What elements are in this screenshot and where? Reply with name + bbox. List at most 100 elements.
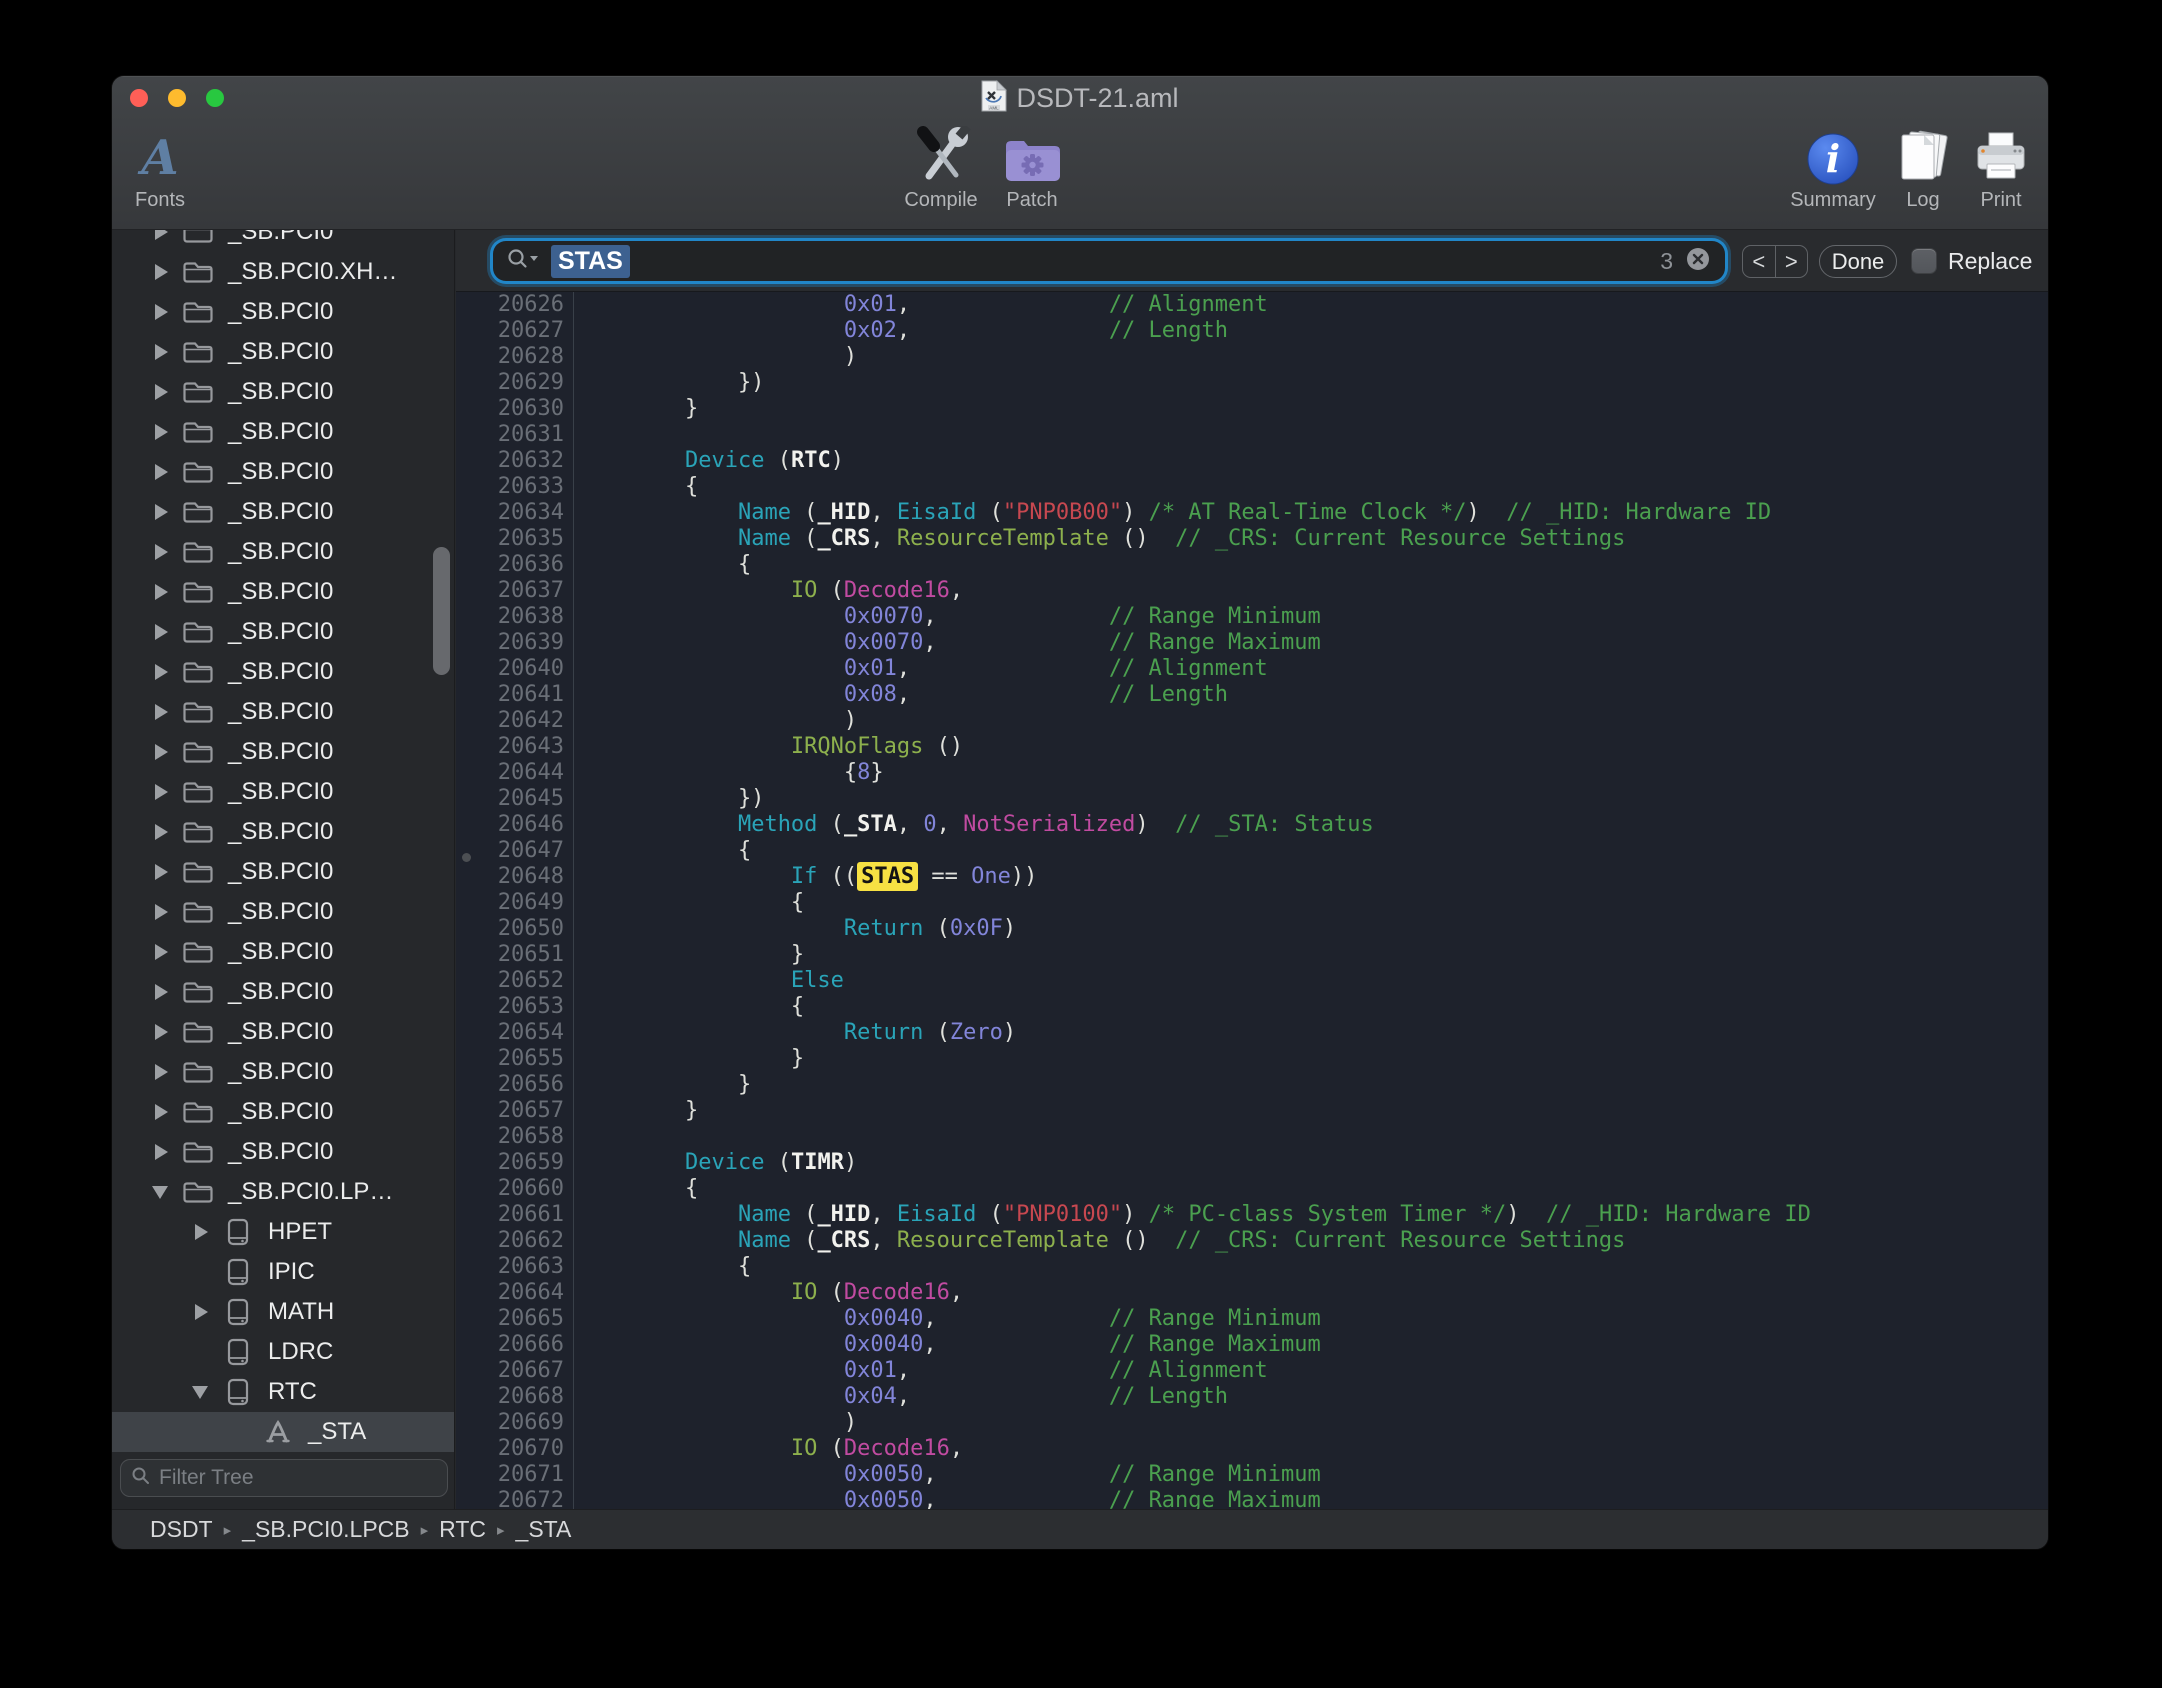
tree-item-label: _SB.PCI0	[228, 298, 333, 326]
device-icon	[222, 1378, 254, 1406]
main-pane: STAS 3 < > Done Replace 20626 0x01	[456, 230, 2048, 1509]
search-field[interactable]: STAS 3	[493, 241, 1725, 281]
tree-item-sbpci0[interactable]: _SB.PCI0	[112, 1132, 454, 1172]
chevron-right-icon[interactable]	[152, 464, 182, 480]
tree-item-sbpci0[interactable]: _SB.PCI0	[112, 732, 454, 772]
tree-item-sbpci0[interactable]: _SB.PCI0	[112, 532, 454, 572]
tree-item-sbpci0[interactable]: _SB.PCI0	[112, 932, 454, 972]
chevron-right-icon[interactable]	[192, 1224, 222, 1240]
patch-button[interactable]: Patch	[977, 122, 1087, 212]
chevron-right-icon[interactable]	[152, 1144, 182, 1160]
minimize-button[interactable]	[168, 89, 186, 107]
line-number: 20672	[456, 1488, 564, 1509]
tree-item-sbpci0[interactable]: _SB.PCI0	[112, 452, 454, 492]
tree-item-sbpci0[interactable]: _SB.PCI0	[112, 1092, 454, 1132]
folder-icon	[182, 1180, 214, 1204]
code-line-content: 0x0070, // Range Maximum	[573, 630, 2048, 656]
code-line-content: 0x0050, // Range Maximum	[573, 1488, 2048, 1509]
chevron-right-icon[interactable]	[152, 904, 182, 920]
tree-item-sbpci0[interactable]: _SB.PCI0	[112, 852, 454, 892]
chevron-right-icon[interactable]	[152, 344, 182, 360]
tree-item-sbpci0[interactable]: _SB.PCI0	[112, 612, 454, 652]
tree-item-sbpci0[interactable]: _SB.PCI0	[112, 332, 454, 372]
tree-item-sbpci0[interactable]: _SB.PCI0	[112, 492, 454, 532]
chevron-right-icon[interactable]	[152, 504, 182, 520]
chevron-right-icon[interactable]	[152, 1024, 182, 1040]
print-button[interactable]: Print	[1946, 122, 2048, 212]
tree-item-sbpci0[interactable]: _SB.PCI0	[112, 1012, 454, 1052]
breadcrumb-item[interactable]: _SB.PCI0.LPCB	[242, 1516, 409, 1543]
tree-item-sbpci0[interactable]: _SB.PCI0	[112, 292, 454, 332]
fonts-button[interactable]: A Fonts	[112, 122, 215, 212]
tree-item-sbpci0xh[interactable]: _SB.PCI0.XH…	[112, 252, 454, 292]
tree-item-sbpci0[interactable]: _SB.PCI0	[112, 572, 454, 612]
line-number: 20669	[456, 1410, 564, 1436]
tree-item-sbpci0[interactable]: _SB.PCI0	[112, 412, 454, 452]
chevron-right-icon[interactable]	[152, 1064, 182, 1080]
tree-item-ldrc[interactable]: LDRC	[112, 1332, 454, 1372]
code-line: 20649 {	[456, 890, 2048, 916]
code-line-content: )	[573, 344, 2048, 370]
chevron-right-icon[interactable]	[152, 304, 182, 320]
next-match-button[interactable]: >	[1776, 246, 1808, 277]
tree-item-sbpci0[interactable]: _SB.PCI0	[112, 892, 454, 932]
replace-checkbox[interactable]	[1912, 249, 1936, 273]
tree-item-sbpci0[interactable]: _SB.PCI0	[112, 1052, 454, 1092]
chevron-right-icon[interactable]	[152, 230, 182, 240]
chevron-right-icon[interactable]	[152, 1104, 182, 1120]
zoom-button[interactable]	[206, 89, 224, 107]
folder-icon	[182, 260, 214, 284]
tree-item-sbpci0[interactable]: _SB.PCI0	[112, 812, 454, 852]
breadcrumb-item[interactable]: RTC	[439, 1516, 486, 1543]
chevron-right-icon[interactable]	[152, 864, 182, 880]
chevron-right-icon[interactable]	[152, 944, 182, 960]
code-line: 20665 0x0040, // Range Minimum	[456, 1306, 2048, 1332]
tree-item-math[interactable]: MATH	[112, 1292, 454, 1332]
line-number: 20642	[456, 708, 564, 734]
chevron-right-icon[interactable]	[152, 984, 182, 1000]
code-line: 20639 0x0070, // Range Maximum	[456, 630, 2048, 656]
tree-item-rtc[interactable]: RTC	[112, 1372, 454, 1412]
code-line-content: {	[573, 474, 2048, 500]
chevron-right-icon[interactable]	[152, 384, 182, 400]
code-line-content: {8}	[573, 760, 2048, 786]
done-button[interactable]: Done	[1819, 245, 1897, 278]
tree-item-label: _SB.PCI0	[228, 338, 333, 366]
tree-item-sbpci0[interactable]: _SB.PCI0	[112, 972, 454, 1012]
code-editor[interactable]: 20626 0x01, // Alignment20627 0x02, // L…	[456, 292, 2048, 1509]
tree-item-sbpci0[interactable]: _SB.PCI0	[112, 230, 454, 252]
replace-label: Replace	[1948, 245, 2032, 278]
tree-item-sbpci0[interactable]: _SB.PCI0	[112, 772, 454, 812]
clear-icon[interactable]	[1683, 244, 1713, 279]
breadcrumb-item[interactable]: DSDT	[150, 1516, 213, 1543]
tree-item-sta[interactable]: _STA	[112, 1412, 454, 1452]
tree-item-hpet[interactable]: HPET	[112, 1212, 454, 1252]
chevron-right-icon[interactable]	[152, 744, 182, 760]
search-menu-icon[interactable]	[505, 247, 541, 276]
chevron-right-icon[interactable]	[152, 424, 182, 440]
previous-match-button[interactable]: <	[1743, 246, 1776, 277]
tree-item-ipic[interactable]: IPIC	[112, 1252, 454, 1292]
chevron-right-icon[interactable]	[152, 784, 182, 800]
chevron-right-icon[interactable]	[152, 624, 182, 640]
chevron-right-icon[interactable]	[192, 1304, 222, 1320]
tree-item-label: _SB.PCI0.LP…	[228, 1178, 393, 1206]
chevron-right-icon[interactable]	[152, 584, 182, 600]
tree-item-sbpci0[interactable]: _SB.PCI0	[112, 652, 454, 692]
line-number: 20645	[456, 786, 564, 812]
tree-item-sbpci0[interactable]: _SB.PCI0	[112, 372, 454, 412]
chevron-down-icon[interactable]	[192, 1386, 222, 1399]
split-handle[interactable]	[462, 853, 471, 862]
chevron-right-icon[interactable]	[152, 704, 182, 720]
tree-item-sbpci0[interactable]: _SB.PCI0	[112, 692, 454, 732]
chevron-right-icon[interactable]	[152, 544, 182, 560]
tree-item-sbpci0lp[interactable]: _SB.PCI0.LP…	[112, 1172, 454, 1212]
chevron-right-icon[interactable]	[152, 264, 182, 280]
chevron-down-icon[interactable]	[152, 1186, 182, 1199]
sidebar-scrollbar[interactable]	[433, 547, 450, 675]
filter-tree-input[interactable]	[159, 1466, 437, 1490]
chevron-right-icon[interactable]	[152, 824, 182, 840]
breadcrumb-item[interactable]: _STA	[516, 1516, 572, 1543]
close-button[interactable]	[130, 89, 148, 107]
chevron-right-icon[interactable]	[152, 664, 182, 680]
